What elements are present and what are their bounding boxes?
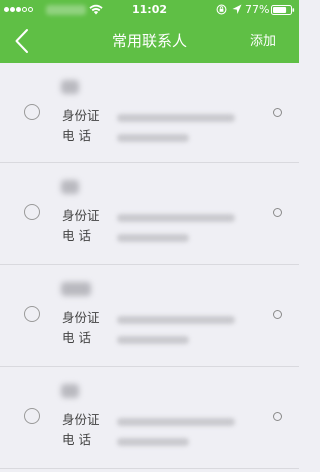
nav-bar: 常用联系人 添加 bbox=[0, 20, 299, 63]
id-card-value-redacted bbox=[117, 316, 235, 324]
id-card-value-redacted bbox=[117, 214, 235, 222]
location-arrow-icon bbox=[232, 4, 242, 14]
contact-name-redacted bbox=[61, 282, 91, 296]
phone-label: 电话 bbox=[62, 128, 96, 143]
contact-row[interactable]: 身份证 电话 bbox=[0, 367, 299, 469]
contact-select-radio[interactable] bbox=[24, 306, 40, 322]
contact-list: 身份证 电话 身份证 电话 身份证 电话 身份证 电话 bbox=[0, 63, 299, 469]
contact-row[interactable]: 身份证 电话 bbox=[0, 163, 299, 265]
contact-detail-radio[interactable] bbox=[273, 412, 282, 421]
phone-label: 电话 bbox=[62, 432, 96, 447]
contact-select-radio[interactable] bbox=[24, 204, 40, 220]
id-card-label: 身份证 bbox=[62, 108, 100, 123]
add-contact-button[interactable]: 添加 bbox=[250, 20, 276, 63]
id-card-value-redacted bbox=[117, 418, 235, 426]
contact-detail-radio[interactable] bbox=[273, 310, 282, 319]
battery-percent: 77% bbox=[245, 3, 270, 16]
contact-row[interactable]: 身份证 电话 bbox=[0, 265, 299, 367]
battery-icon bbox=[271, 5, 295, 15]
contact-row[interactable]: 身份证 电话 bbox=[0, 63, 299, 163]
contact-name-redacted bbox=[61, 384, 79, 398]
phone-value-redacted bbox=[117, 336, 189, 344]
contact-name-redacted bbox=[61, 180, 79, 194]
contact-name-redacted bbox=[61, 80, 79, 94]
rotation-lock-icon bbox=[216, 4, 227, 15]
status-bar: 11:02 77% bbox=[0, 0, 299, 20]
phone-value-redacted bbox=[117, 134, 189, 142]
contact-select-radio[interactable] bbox=[24, 408, 40, 424]
phone-label: 电话 bbox=[62, 330, 96, 345]
id-card-label: 身份证 bbox=[62, 208, 100, 223]
contact-detail-radio[interactable] bbox=[273, 108, 282, 117]
id-card-value-redacted bbox=[117, 114, 235, 122]
contact-detail-radio[interactable] bbox=[273, 208, 282, 217]
contact-select-radio[interactable] bbox=[24, 104, 40, 120]
phone-label: 电话 bbox=[62, 228, 96, 243]
id-card-label: 身份证 bbox=[62, 412, 100, 427]
phone-value-redacted bbox=[117, 438, 189, 446]
phone-value-redacted bbox=[117, 234, 189, 242]
id-card-label: 身份证 bbox=[62, 310, 100, 325]
header: 11:02 77% 常用联系人 添加 bbox=[0, 0, 299, 63]
